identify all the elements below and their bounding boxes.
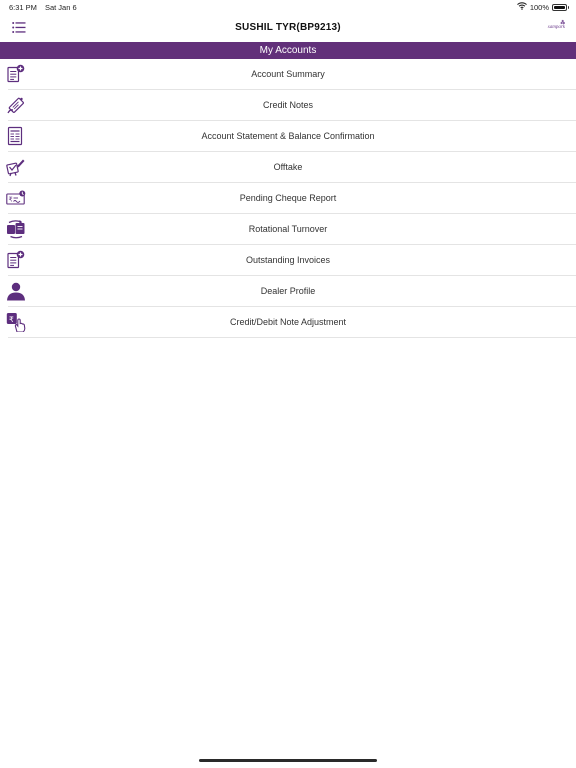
- menu-item-label: Credit Notes: [262, 100, 314, 110]
- menu-item-offtake[interactable]: Offtake: [6, 152, 576, 183]
- menu-item-label: Offtake: [273, 162, 303, 172]
- menu-item-label: Account Summary: [251, 69, 325, 79]
- statement-ledger-icon: [6, 126, 26, 146]
- menu-item-label: Pending Cheque Report: [239, 193, 337, 203]
- svg-text:₹: ₹: [9, 315, 14, 324]
- sampark-logo: ⁂ sampark: [543, 20, 565, 36]
- wifi-icon: [516, 2, 527, 12]
- menu-item-rotational-turnover[interactable]: Rotational Turnover: [6, 214, 576, 245]
- status-date: Sat Jan 6: [44, 3, 77, 12]
- document-plus-icon: [6, 64, 26, 84]
- menu-item-account-summary[interactable]: Account Summary: [6, 59, 576, 90]
- person-icon: [6, 281, 26, 301]
- battery-icon: [552, 3, 569, 11]
- menu-item-outstanding-invoices[interactable]: Outstanding Invoices: [6, 245, 576, 276]
- menu-item-credit-debit-adjustment[interactable]: ₹ Credit/Debit Note Adjustment: [6, 307, 576, 338]
- menu-item-label: Rotational Turnover: [248, 224, 328, 234]
- menu-item-pending-cheque[interactable]: ₹ Pending Cheque Report: [6, 183, 576, 214]
- menu-item-label: Account Statement & Balance Confirmation: [201, 131, 375, 141]
- menu-item-credit-notes[interactable]: Credit Notes: [6, 90, 576, 121]
- status-time: 6:31 PM: [9, 3, 37, 12]
- svg-text:₹: ₹: [9, 196, 13, 204]
- rotational-turnover-icon: [6, 219, 26, 239]
- invoice-plus-icon: [6, 250, 26, 270]
- cheque-icon: ₹: [6, 188, 26, 208]
- app-screen: 6:31 PM Sat Jan 6 100% SUSHIL TYR(BP9213…: [0, 0, 576, 768]
- menu-item-account-statement[interactable]: Account Statement & Balance Confirmation: [6, 121, 576, 152]
- credit-note-tag-icon: [6, 95, 26, 115]
- status-right: 100%: [516, 2, 569, 12]
- header-title: SUSHIL TYR(BP9213): [235, 22, 341, 33]
- logo-text: sampark: [547, 25, 565, 30]
- battery-percent: 100%: [529, 2, 549, 12]
- offtake-scanner-icon: [6, 157, 26, 177]
- status-bar: 6:31 PM Sat Jan 6 100%: [0, 0, 576, 14]
- menu-item-label: Dealer Profile: [260, 286, 316, 296]
- rupee-hand-icon: ₹: [6, 312, 26, 333]
- home-indicator[interactable]: [199, 759, 377, 762]
- section-title: My Accounts: [0, 42, 576, 59]
- menu-item-dealer-profile[interactable]: Dealer Profile: [6, 276, 576, 307]
- status-left: 6:31 PM Sat Jan 6: [9, 3, 77, 12]
- app-header: SUSHIL TYR(BP9213) ⁂ sampark: [0, 14, 576, 42]
- menu-item-label: Outstanding Invoices: [245, 255, 331, 265]
- menu-item-label: Credit/Debit Note Adjustment: [229, 317, 347, 327]
- accounts-menu-list: Account Summary Credit Notes Account Sta…: [0, 59, 576, 338]
